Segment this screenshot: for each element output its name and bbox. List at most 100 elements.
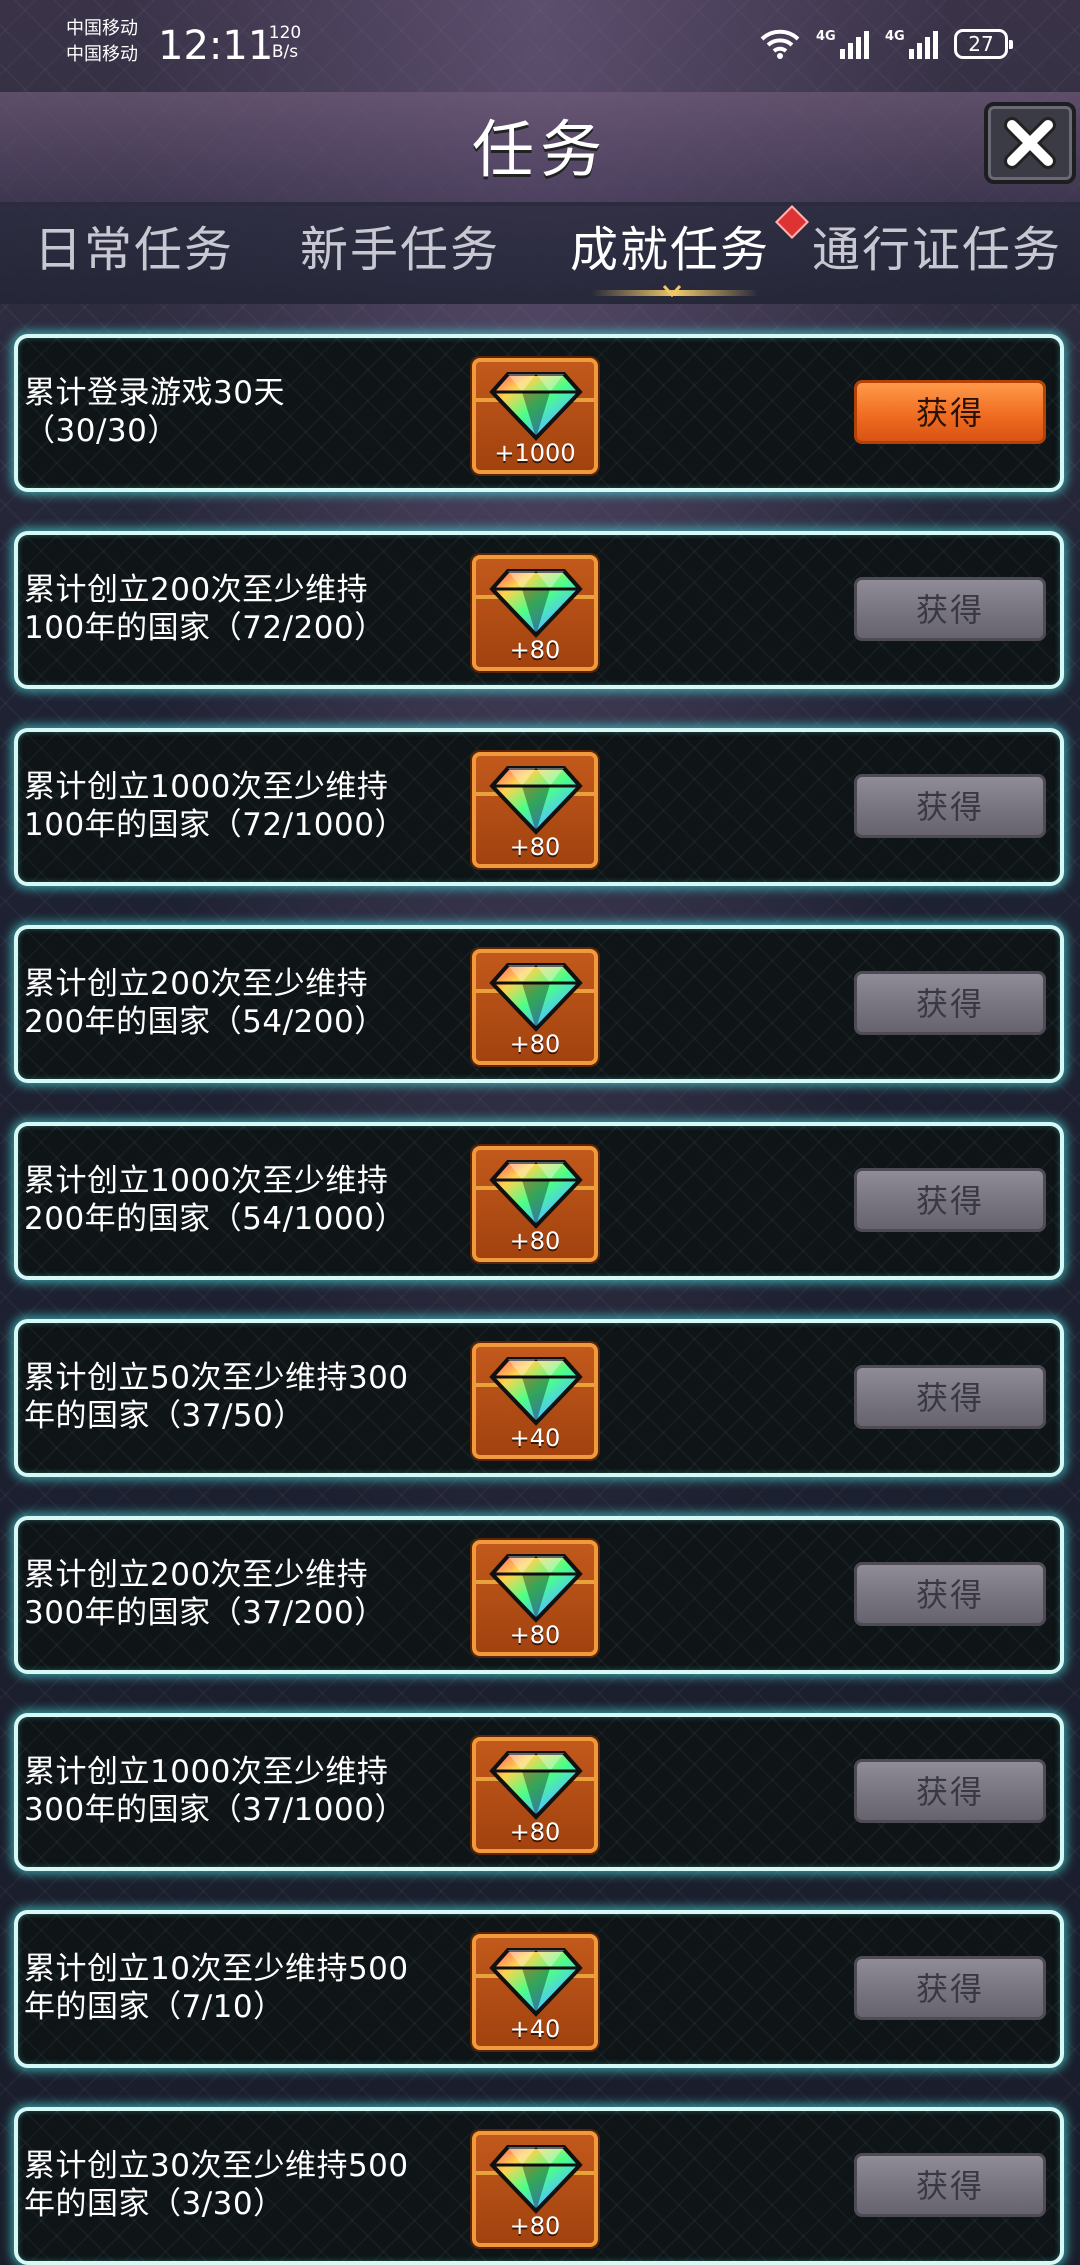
claim-button[interactable]: 获得 bbox=[854, 1759, 1046, 1823]
gem-icon bbox=[489, 569, 583, 638]
task-line-1: 累计创立200次至少维持 bbox=[24, 966, 369, 1002]
task-card: 累计创立200次至少维持 100年的国家（72/200） +80 获得 bbox=[14, 531, 1064, 689]
net-speed-unit: B/s bbox=[271, 42, 299, 62]
task-line-1: 累计创立200次至少维持 bbox=[24, 1557, 369, 1593]
tab-daily[interactable]: 日常任务 bbox=[34, 220, 234, 280]
signal-2-label: 4G bbox=[885, 29, 905, 44]
task-description: 累计创立1000次至少维持 100年的国家（72/1000） bbox=[24, 768, 444, 844]
task-description: 累计创立50次至少维持300 年的国家（37/50） bbox=[24, 1359, 444, 1435]
task-card: 累计创立1000次至少维持 200年的国家（54/1000） +80 获得 bbox=[14, 1122, 1064, 1280]
task-description: 累计创立30次至少维持500 年的国家（3/30） bbox=[24, 2147, 444, 2223]
task-description: 累计创立200次至少维持 100年的国家（72/200） bbox=[24, 571, 444, 647]
task-line-2: 年的国家（37/50） bbox=[24, 1398, 305, 1434]
task-line-2: 300年的国家（37/200） bbox=[24, 1595, 386, 1631]
gem-icon bbox=[489, 1751, 583, 1820]
task-line-2: 200年的国家（54/200） bbox=[24, 1004, 386, 1040]
header-bar: 任务 bbox=[0, 92, 1080, 206]
reward-box: +80 bbox=[472, 555, 598, 671]
reward-box: +80 bbox=[472, 949, 598, 1065]
task-line-2: 300年的国家（37/1000） bbox=[24, 1792, 406, 1828]
task-card: 累计创立200次至少维持 300年的国家（37/200） +80 获得 bbox=[14, 1516, 1064, 1674]
claim-button[interactable]: 获得 bbox=[854, 577, 1046, 641]
task-description: 累计登录游戏30天 （30/30） bbox=[24, 374, 444, 450]
reward-amount: +80 bbox=[509, 1621, 561, 1649]
signal-1-label: 4G bbox=[816, 29, 836, 44]
gem-icon bbox=[489, 766, 583, 835]
task-line-1: 累计创立30次至少维持500 bbox=[24, 2148, 409, 2184]
gem-icon bbox=[489, 372, 583, 441]
task-description: 累计创立200次至少维持 200年的国家（54/200） bbox=[24, 965, 444, 1041]
reward-box: +80 bbox=[472, 752, 598, 868]
reward-box: +1000 bbox=[472, 358, 598, 474]
status-bar: 中国移动 中国移动 12:11 120 B/s 4G 4G 27 bbox=[0, 0, 1080, 92]
close-icon bbox=[1004, 117, 1056, 169]
tab-beginner[interactable]: 新手任务 bbox=[300, 220, 500, 280]
reward-amount: +1000 bbox=[494, 439, 576, 467]
task-line-1: 累计创立1000次至少维持 bbox=[24, 1754, 389, 1790]
reward-box: +80 bbox=[472, 1737, 598, 1853]
system-icons: 4G 4G 27 bbox=[760, 24, 1013, 64]
page-title: 任务 bbox=[471, 113, 608, 186]
task-line-1: 累计创立50次至少维持300 bbox=[24, 1360, 409, 1396]
reward-amount: +40 bbox=[509, 2015, 561, 2043]
task-description: 累计创立1000次至少维持 200年的国家（54/1000） bbox=[24, 1162, 444, 1238]
task-line-2: 200年的国家（54/1000） bbox=[24, 1201, 406, 1237]
close-button[interactable] bbox=[984, 102, 1076, 184]
reward-box: +40 bbox=[472, 1343, 598, 1459]
claim-button[interactable]: 获得 bbox=[854, 1365, 1046, 1429]
task-card: 累计创立200次至少维持 200年的国家（54/200） +80 获得 bbox=[14, 925, 1064, 1083]
task-line-1: 累计创立1000次至少维持 bbox=[24, 1163, 389, 1199]
claim-button[interactable]: 获得 bbox=[854, 380, 1046, 444]
reward-box: +40 bbox=[472, 1934, 598, 2050]
reward-amount: +80 bbox=[509, 1818, 561, 1846]
claim-button[interactable]: 获得 bbox=[854, 1956, 1046, 2020]
battery-icon: 27 bbox=[954, 29, 1013, 59]
task-line-2: 100年的国家（72/200） bbox=[24, 610, 386, 646]
task-card: 累计创立10次至少维持500 年的国家（7/10） +40 获得 bbox=[14, 1910, 1064, 2068]
net-speed-value: 120 bbox=[268, 23, 302, 43]
gem-icon bbox=[489, 1357, 583, 1426]
reward-amount: +80 bbox=[509, 1030, 561, 1058]
task-card: 累计创立1000次至少维持 100年的国家（72/1000） +80 获得 bbox=[14, 728, 1064, 886]
task-line-2: 100年的国家（72/1000） bbox=[24, 807, 406, 843]
gem-icon bbox=[489, 1160, 583, 1229]
task-description: 累计创立200次至少维持 300年的国家（37/200） bbox=[24, 1556, 444, 1632]
clock: 12:11 bbox=[158, 23, 274, 69]
wifi-icon bbox=[760, 29, 800, 59]
gem-icon bbox=[489, 1948, 583, 2017]
chevron-down-icon bbox=[662, 285, 682, 298]
task-line-1: 累计创立10次至少维持500 bbox=[24, 1951, 409, 1987]
reward-amount: +80 bbox=[509, 833, 561, 861]
signal-icon-1: 4G bbox=[816, 29, 869, 59]
task-line-2: （30/30） bbox=[24, 413, 179, 449]
task-line-2: 年的国家（7/10） bbox=[24, 1989, 285, 2025]
task-line-2: 年的国家（3/30） bbox=[24, 2186, 285, 2222]
task-card: 累计登录游戏30天 （30/30） +1000 获得 bbox=[14, 334, 1064, 492]
reward-amount: +40 bbox=[509, 1424, 561, 1452]
claim-button[interactable]: 获得 bbox=[854, 774, 1046, 838]
reward-box: +80 bbox=[472, 1146, 598, 1262]
task-line-1: 累计登录游戏30天 bbox=[24, 375, 285, 411]
gem-icon bbox=[489, 963, 583, 1032]
claim-button[interactable]: 获得 bbox=[854, 1168, 1046, 1232]
background bbox=[0, 0, 1080, 2204]
claim-button[interactable]: 获得 bbox=[854, 2153, 1046, 2217]
claim-button[interactable]: 获得 bbox=[854, 1562, 1046, 1626]
net-speed: 120 B/s bbox=[268, 24, 302, 62]
task-description: 累计创立10次至少维持500 年的国家（7/10） bbox=[24, 1950, 444, 2026]
task-line-1: 累计创立1000次至少维持 bbox=[24, 769, 389, 805]
task-description: 累计创立1000次至少维持 300年的国家（37/1000） bbox=[24, 1753, 444, 1829]
tab-pass[interactable]: 通行证任务 bbox=[812, 220, 1062, 280]
task-line-1: 累计创立200次至少维持 bbox=[24, 572, 369, 608]
reward-box: +80 bbox=[472, 1540, 598, 1656]
tab-achievement[interactable]: 成就任务 bbox=[570, 220, 770, 280]
tab-bar: 日常任务 新手任务 成就任务 通行证任务 bbox=[0, 202, 1080, 304]
gem-icon bbox=[489, 1554, 583, 1623]
signal-icon-2: 4G bbox=[885, 29, 938, 59]
claim-button[interactable]: 获得 bbox=[854, 971, 1046, 1035]
reward-amount: +80 bbox=[509, 636, 561, 664]
carrier-1: 中国移动 bbox=[66, 18, 138, 39]
reward-box: +80 bbox=[472, 2131, 598, 2247]
task-card: 累计创立50次至少维持300 年的国家（37/50） +40 获得 bbox=[14, 1319, 1064, 1477]
reward-amount: +80 bbox=[509, 1227, 561, 1255]
